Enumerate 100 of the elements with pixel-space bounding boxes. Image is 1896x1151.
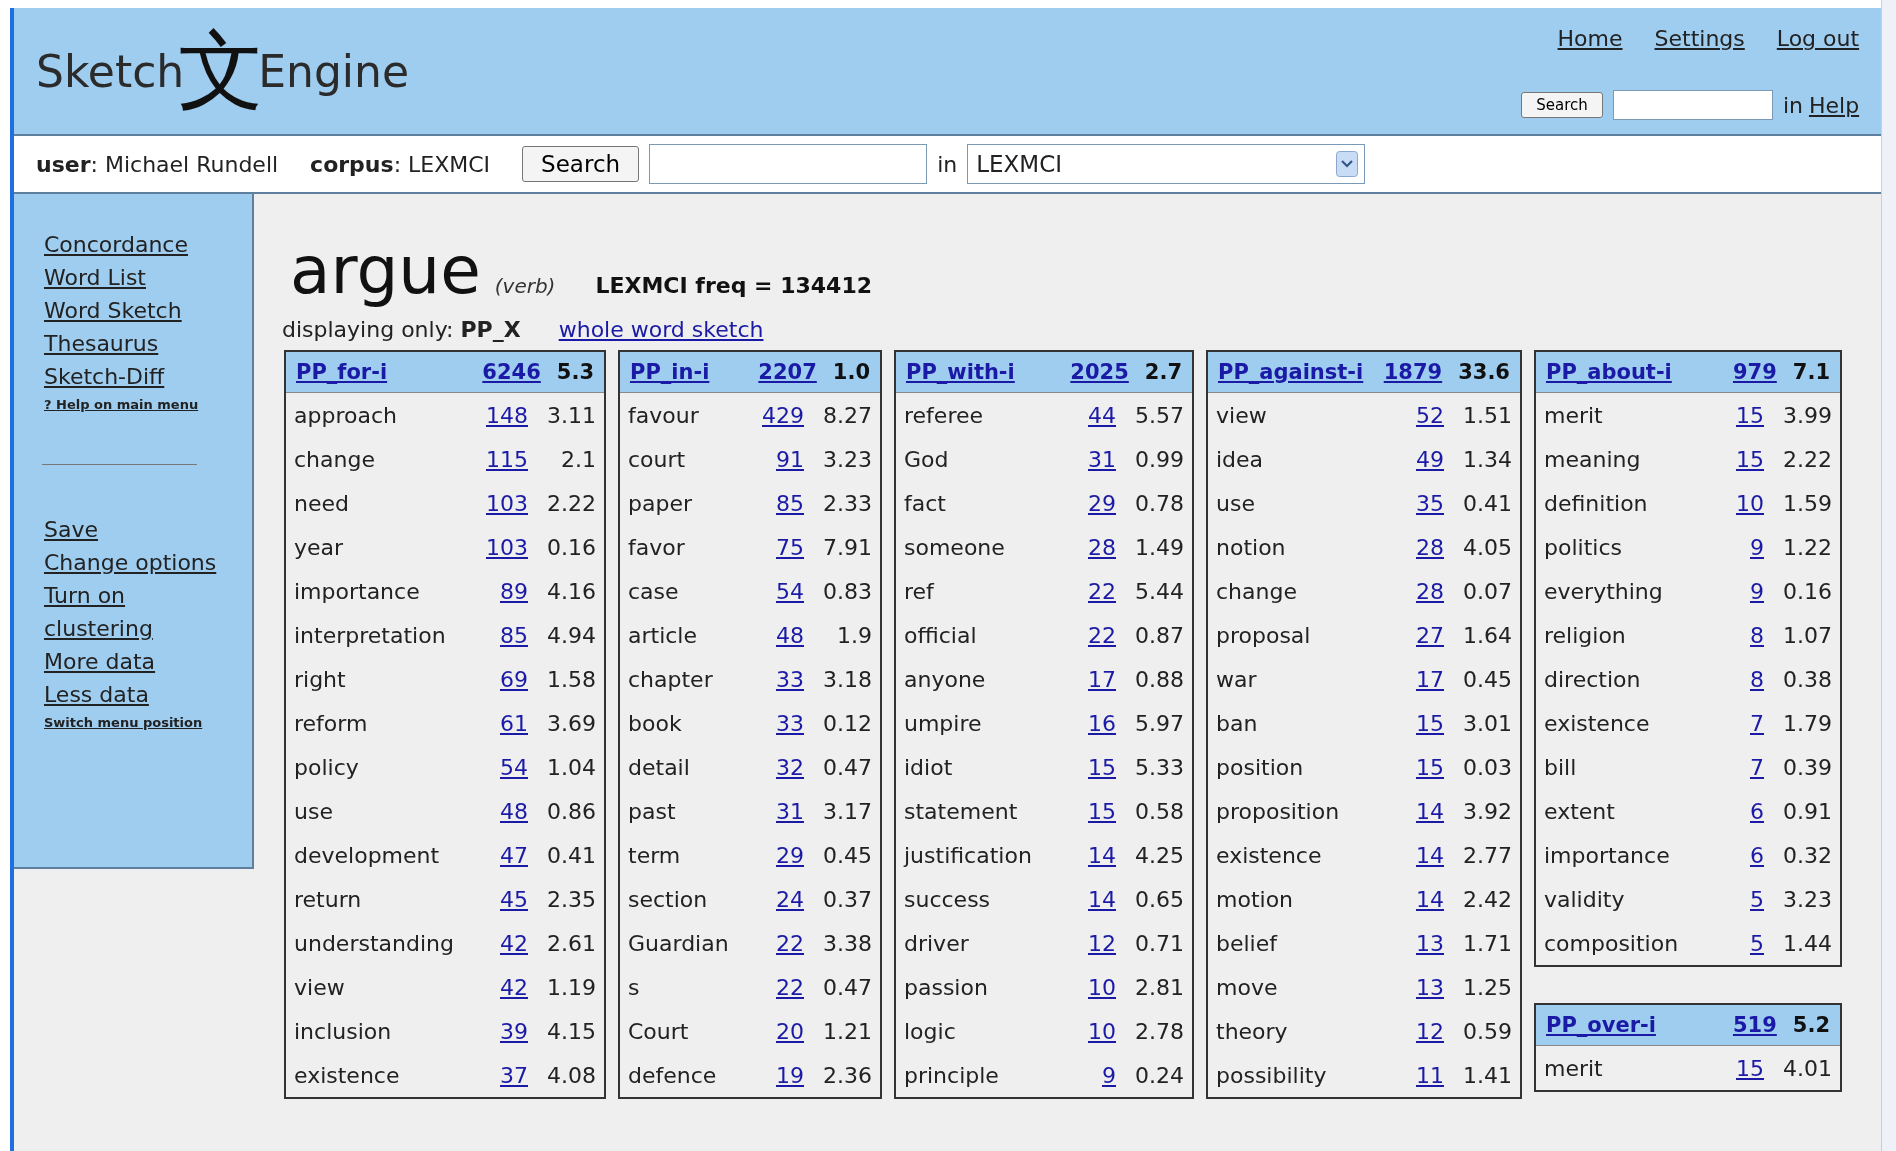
nav-link[interactable]: Log out xyxy=(1776,26,1860,51)
frequency-link[interactable]: 6 xyxy=(1750,798,1764,824)
frequency-link[interactable]: 28 xyxy=(1416,534,1444,560)
frequency-link[interactable]: 42 xyxy=(500,930,528,956)
frequency-link[interactable]: 35 xyxy=(1416,490,1444,516)
relation-link[interactable]: PP_against-i xyxy=(1218,360,1368,384)
frequency-link[interactable]: 29 xyxy=(1088,490,1116,516)
help-search-field[interactable] xyxy=(1612,90,1773,120)
frequency-link[interactable]: 7 xyxy=(1750,754,1764,780)
frequency-link[interactable]: 24 xyxy=(776,886,804,912)
frequency-link[interactable]: 15 xyxy=(1088,798,1116,824)
frequency-link[interactable]: 33 xyxy=(776,666,804,692)
count-link[interactable]: 1879 xyxy=(1383,360,1443,384)
frequency-link[interactable]: 10 xyxy=(1088,974,1116,1000)
frequency-link[interactable]: 69 xyxy=(500,666,528,692)
count-link[interactable]: 2025 xyxy=(1070,360,1129,384)
menu-link[interactable]: Word List xyxy=(44,265,252,290)
frequency-link[interactable]: 61 xyxy=(500,710,528,736)
frequency-link[interactable]: 103 xyxy=(486,534,528,560)
count-link[interactable]: 6246 xyxy=(482,360,541,384)
frequency-link[interactable]: 8 xyxy=(1750,666,1764,692)
menu-link[interactable]: Turn on xyxy=(44,583,252,608)
frequency-link[interactable]: 31 xyxy=(776,798,804,824)
frequency-link[interactable]: 14 xyxy=(1416,798,1444,824)
search-field[interactable] xyxy=(649,144,928,184)
menu-link[interactable]: Word Sketch xyxy=(44,298,252,323)
count-link[interactable]: 519 xyxy=(1732,1013,1777,1037)
frequency-link[interactable]: 6 xyxy=(1750,842,1764,868)
count-link[interactable]: 2207 xyxy=(758,360,817,384)
menu-link[interactable]: More data xyxy=(44,649,252,674)
frequency-link[interactable]: 8 xyxy=(1750,622,1764,648)
frequency-link[interactable]: 22 xyxy=(776,930,804,956)
frequency-link[interactable]: 49 xyxy=(1416,446,1444,472)
frequency-link[interactable]: 15 xyxy=(1736,446,1764,472)
search-button[interactable]: Search xyxy=(1521,92,1603,118)
relation-link[interactable]: PP_for-i xyxy=(296,360,467,384)
frequency-link[interactable]: 5 xyxy=(1750,886,1764,912)
frequency-link[interactable]: 15 xyxy=(1736,1055,1764,1081)
frequency-link[interactable]: 85 xyxy=(776,490,804,516)
nav-link[interactable]: Home xyxy=(1557,26,1623,51)
frequency-link[interactable]: 44 xyxy=(1088,402,1116,428)
frequency-link[interactable]: 42 xyxy=(500,974,528,1000)
frequency-link[interactable]: 75 xyxy=(776,534,804,560)
corpus-select[interactable]: LEXMCI xyxy=(967,144,1366,184)
frequency-link[interactable]: 9 xyxy=(1750,578,1764,604)
frequency-link[interactable]: 15 xyxy=(1416,754,1444,780)
frequency-link[interactable]: 37 xyxy=(500,1062,528,1088)
menu-link[interactable]: Concordance xyxy=(44,232,252,257)
frequency-link[interactable]: 11 xyxy=(1416,1062,1444,1088)
frequency-link[interactable]: 9 xyxy=(1750,534,1764,560)
frequency-link[interactable]: 48 xyxy=(500,798,528,824)
frequency-link[interactable]: 103 xyxy=(486,490,528,516)
frequency-link[interactable]: 52 xyxy=(1416,402,1444,428)
menu-link[interactable]: Less data xyxy=(44,682,252,707)
menu-link[interactable]: Save xyxy=(44,517,252,542)
relation-link[interactable]: PP_over-i xyxy=(1546,1013,1717,1037)
frequency-link[interactable]: 22 xyxy=(1088,622,1116,648)
frequency-link[interactable]: 45 xyxy=(500,886,528,912)
frequency-link[interactable]: 29 xyxy=(776,842,804,868)
frequency-link[interactable]: 10 xyxy=(1736,490,1764,516)
frequency-link[interactable]: 12 xyxy=(1088,930,1116,956)
frequency-link[interactable]: 31 xyxy=(1088,446,1116,472)
frequency-link[interactable]: 22 xyxy=(1088,578,1116,604)
frequency-link[interactable]: 33 xyxy=(776,710,804,736)
frequency-link[interactable]: 48 xyxy=(776,622,804,648)
frequency-link[interactable]: 15 xyxy=(1088,754,1116,780)
frequency-link[interactable]: 15 xyxy=(1416,710,1444,736)
menu-link[interactable]: clustering xyxy=(44,616,252,641)
frequency-link[interactable]: 54 xyxy=(776,578,804,604)
relation-link[interactable]: PP_about-i xyxy=(1546,360,1717,384)
frequency-link[interactable]: 54 xyxy=(500,754,528,780)
frequency-link[interactable]: 28 xyxy=(1088,534,1116,560)
frequency-link[interactable]: 85 xyxy=(500,622,528,648)
frequency-link[interactable]: 7 xyxy=(1750,710,1764,736)
frequency-link[interactable]: 27 xyxy=(1416,622,1444,648)
frequency-link[interactable]: 17 xyxy=(1416,666,1444,692)
frequency-link[interactable]: 9 xyxy=(1102,1062,1116,1088)
frequency-link[interactable]: 148 xyxy=(486,402,528,428)
frequency-link[interactable]: 429 xyxy=(762,402,804,428)
menu-link[interactable]: Thesaurus xyxy=(44,331,252,356)
frequency-link[interactable]: 15 xyxy=(1736,402,1764,428)
frequency-link[interactable]: 22 xyxy=(776,974,804,1000)
relation-link[interactable]: PP_with-i xyxy=(906,360,1055,384)
frequency-link[interactable]: 12 xyxy=(1416,1018,1444,1044)
nav-link[interactable]: Settings xyxy=(1654,26,1745,51)
frequency-link[interactable]: 20 xyxy=(776,1018,804,1044)
frequency-link[interactable]: 10 xyxy=(1088,1018,1116,1044)
frequency-link[interactable]: 14 xyxy=(1416,886,1444,912)
frequency-link[interactable]: 14 xyxy=(1088,886,1116,912)
count-link[interactable]: 979 xyxy=(1732,360,1777,384)
frequency-link[interactable]: 13 xyxy=(1416,930,1444,956)
switch-menu-link[interactable]: Switch menu position xyxy=(44,715,252,730)
search-button[interactable]: Search xyxy=(522,146,640,182)
menu-link[interactable]: Change options xyxy=(44,550,252,575)
frequency-link[interactable]: 47 xyxy=(500,842,528,868)
relation-link[interactable]: PP_in-i xyxy=(630,360,743,384)
frequency-link[interactable]: 5 xyxy=(1750,930,1764,956)
frequency-link[interactable]: 115 xyxy=(486,446,528,472)
frequency-link[interactable]: 32 xyxy=(776,754,804,780)
whole-sketch-link[interactable]: whole word sketch xyxy=(558,317,764,342)
